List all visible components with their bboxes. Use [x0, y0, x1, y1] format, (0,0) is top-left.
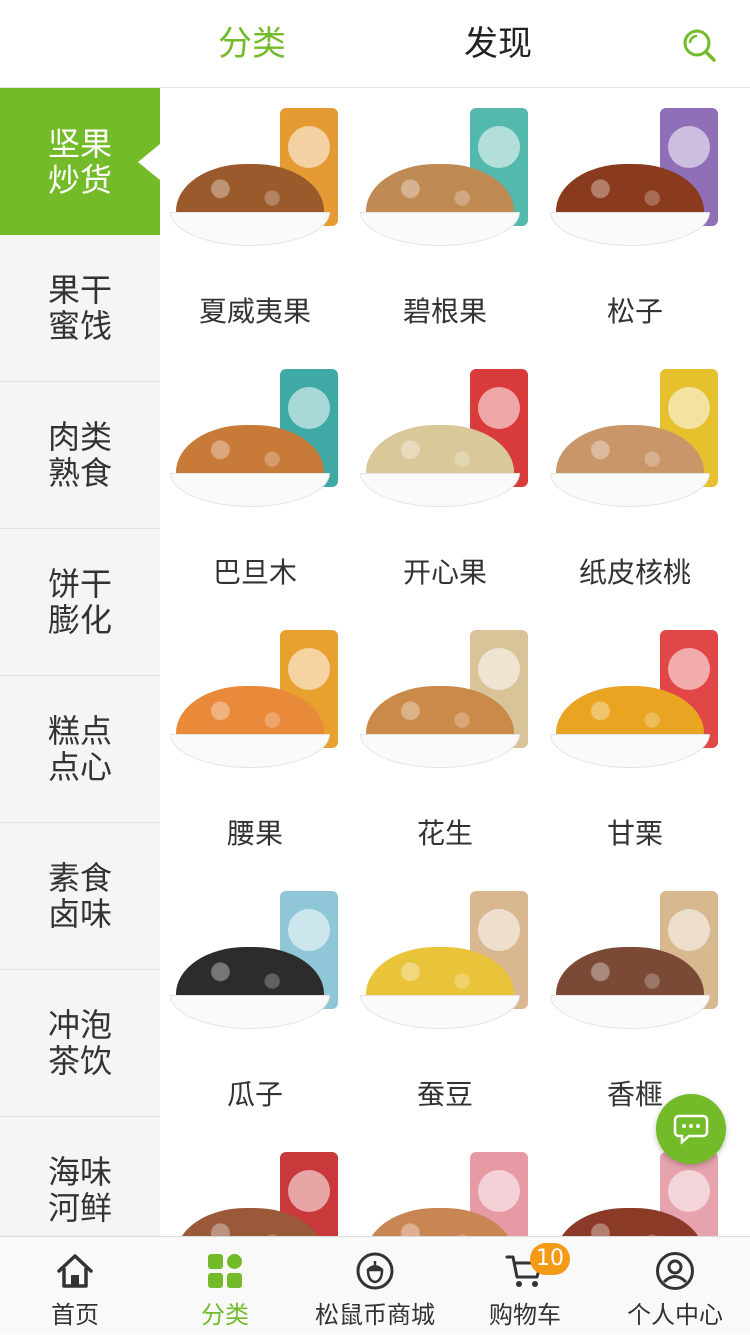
product-grid: 夏威夷果 碧根果 松子巴旦木 开心果 纸皮核桃腰果 花生 甘栗瓜子 蚕豆 香榧	[160, 88, 750, 1236]
sidebar-item-label: 饼干膨化	[47, 565, 112, 639]
product-name: 腰果	[226, 817, 283, 850]
nav-profile[interactable]: 个人中心	[600, 1237, 750, 1335]
sidebar-item-dried-fruit[interactable]: 果干蜜饯	[0, 235, 160, 382]
product-card[interactable]: 腰果	[160, 610, 350, 871]
product-card[interactable]: 花生	[350, 610, 540, 871]
product-name: 巴旦木	[212, 556, 297, 589]
product-name: 碧根果	[402, 295, 487, 328]
product-card[interactable]	[160, 1132, 350, 1236]
tab-category[interactable]: 分类	[218, 22, 286, 66]
home-icon	[57, 1254, 93, 1288]
product-bowl	[170, 995, 330, 1029]
product-bowl	[360, 473, 520, 507]
product-bowl	[170, 734, 330, 768]
sidebar-item-meat[interactable]: 肉类熟食	[0, 382, 160, 529]
top-bar: 分类 发现	[0, 0, 750, 88]
search-icon[interactable]	[682, 28, 716, 62]
sidebar-item-seafood[interactable]: 海味河鲜	[0, 1117, 160, 1236]
product-bowl	[170, 473, 330, 507]
product-name: 甘栗	[606, 817, 663, 850]
sidebar-item-vegetarian[interactable]: 素食卤味	[0, 823, 160, 970]
product-bowl	[360, 212, 520, 246]
nav-home[interactable]: 首页	[0, 1237, 150, 1335]
profile-icon	[656, 1252, 694, 1290]
product-bowl	[550, 734, 710, 768]
nav-category[interactable]: 分类	[150, 1237, 300, 1335]
nav-coin-mall-label: 松鼠币商城	[315, 1301, 435, 1329]
cart-badge: 10	[530, 1243, 570, 1275]
product-name: 纸皮核桃	[578, 556, 691, 589]
nav-category-label: 分类	[201, 1301, 249, 1329]
product-bowl	[360, 995, 520, 1029]
product-card[interactable]: 巴旦木	[160, 349, 350, 610]
product-image	[356, 1148, 534, 1236]
sidebar-item-label: 糕点点心	[47, 712, 112, 786]
product-card[interactable]: 松子	[540, 88, 730, 349]
product-name: 瓜子	[226, 1078, 283, 1111]
sidebar-item-label: 肉类熟食	[47, 418, 112, 492]
product-bowl	[550, 995, 710, 1029]
product-image	[166, 887, 344, 1039]
product-image	[166, 626, 344, 778]
bottom-nav: 首页 分类 松鼠币商城 10 购物车 个人中心	[0, 1236, 750, 1334]
sidebar-item-label: 果干蜜饯	[47, 271, 112, 345]
product-card[interactable]: 瓜子	[160, 871, 350, 1132]
nav-home-label: 首页	[51, 1301, 99, 1329]
product-image	[166, 104, 344, 256]
sidebar-item-drinks[interactable]: 冲泡茶饮	[0, 970, 160, 1117]
product-card[interactable]	[350, 1132, 540, 1236]
product-image	[546, 887, 724, 1039]
product-bowl	[170, 212, 330, 246]
sidebar-item-label: 冲泡茶饮	[47, 1006, 112, 1080]
acorn-coin-icon	[356, 1252, 394, 1290]
product-name: 夏威夷果	[198, 295, 311, 328]
product-image	[356, 104, 534, 256]
product-name: 松子	[606, 295, 663, 328]
product-card[interactable]: 开心果	[350, 349, 540, 610]
product-bowl	[360, 734, 520, 768]
product-image	[546, 626, 724, 778]
sidebar-item-label: 坚果炒货	[47, 124, 112, 199]
product-name: 花生	[416, 817, 473, 850]
product-image	[356, 626, 534, 778]
product-image	[356, 887, 534, 1039]
nav-cart-label: 购物车	[489, 1301, 561, 1329]
product-image	[356, 365, 534, 517]
nav-profile-label: 个人中心	[627, 1301, 723, 1329]
sidebar-item-label: 素食卤味	[47, 859, 112, 933]
product-image	[166, 365, 344, 517]
product-card[interactable]: 纸皮核桃	[540, 349, 730, 610]
sidebar-item-biscuits[interactable]: 饼干膨化	[0, 529, 160, 676]
chat-bubble-icon	[673, 1114, 709, 1145]
nav-cart[interactable]: 10 购物车	[450, 1237, 600, 1335]
category-sidebar: 坚果炒货 果干蜜饯 肉类熟食 饼干膨化 糕点点心 素食卤味 冲泡茶饮 海味河鲜	[0, 88, 160, 1236]
sidebar-item-pastry[interactable]: 糕点点心	[0, 676, 160, 823]
sidebar-item-label: 海味河鲜	[47, 1153, 112, 1227]
chat-button[interactable]	[656, 1094, 726, 1164]
product-card[interactable]: 夏威夷果	[160, 88, 350, 349]
product-card[interactable]: 甘栗	[540, 610, 730, 871]
nav-coin-mall[interactable]: 松鼠币商城	[300, 1237, 450, 1335]
product-bowl	[550, 212, 710, 246]
product-image	[166, 1148, 344, 1236]
product-card[interactable]: 蚕豆	[350, 871, 540, 1132]
category-grid-icon	[208, 1254, 242, 1288]
product-name: 蚕豆	[416, 1078, 473, 1111]
product-name: 开心果	[402, 556, 487, 589]
product-card[interactable]: 碧根果	[350, 88, 540, 349]
product-bowl	[550, 473, 710, 507]
sidebar-item-nuts[interactable]: 坚果炒货	[0, 88, 160, 235]
product-card[interactable]: 香榧	[540, 871, 730, 1132]
product-image	[546, 104, 724, 256]
tab-discover[interactable]: 发现	[464, 22, 532, 66]
product-image	[546, 365, 724, 517]
